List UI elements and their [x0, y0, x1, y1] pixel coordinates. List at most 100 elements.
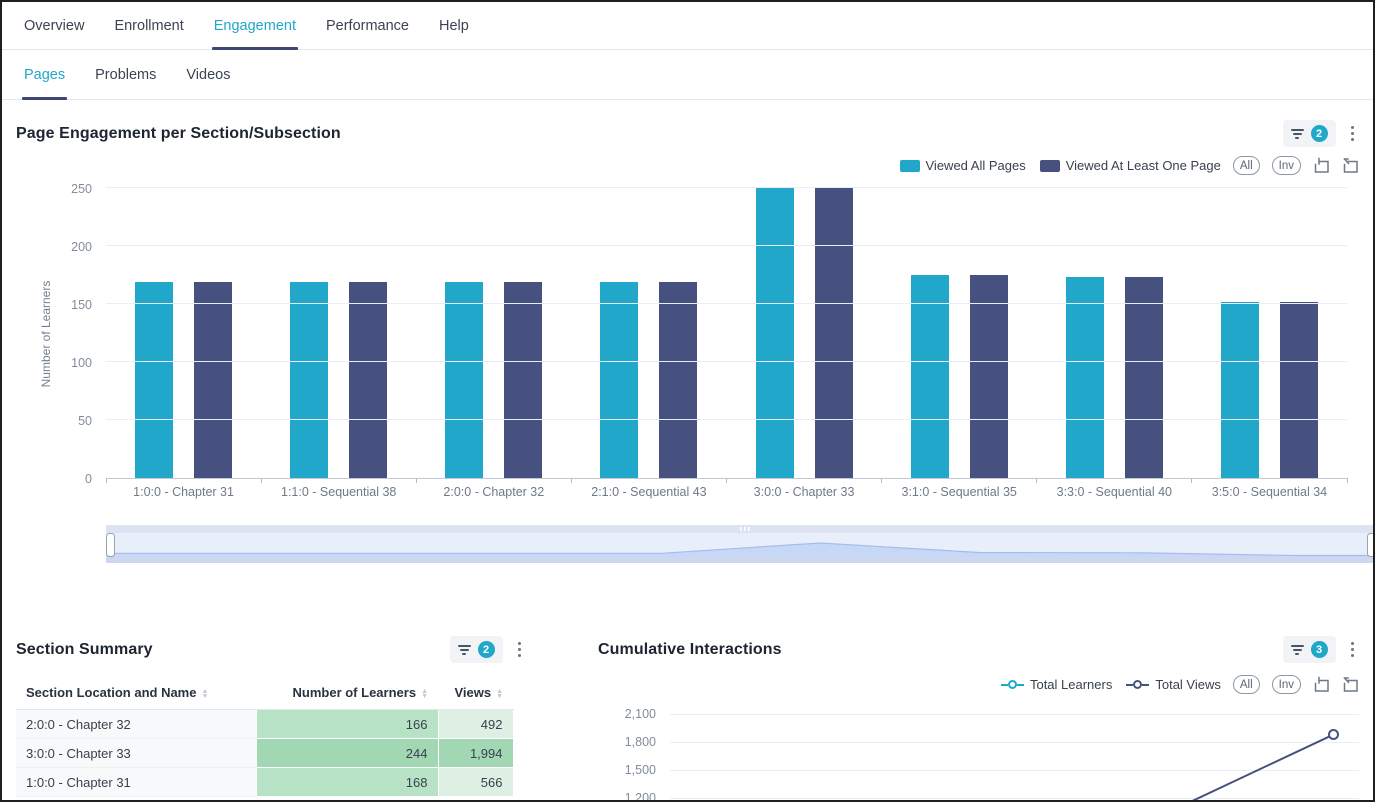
page-engagement-bar-chart[interactable]: Number of Learners 050100150200250 1:0:0… [16, 189, 1359, 505]
y-tick-label: 150 [16, 298, 92, 312]
rect-brush-icon[interactable] [1313, 676, 1330, 693]
more-options-button[interactable] [513, 639, 527, 661]
table-row: 3:0:0 - Chapter 332441,994 [16, 739, 513, 768]
views-cell: 492 [438, 710, 513, 739]
line-marker-icon [1126, 680, 1149, 689]
x-axis-tick [1036, 478, 1037, 483]
bar-chart-legend: Viewed All Pages Viewed At Least One Page [900, 158, 1221, 173]
x-axis-label: 3:3:0 - Sequential 40 [1037, 485, 1192, 499]
column-header-section[interactable]: Section Location and Name▲▼ [16, 679, 256, 710]
bar-viewed-all-pages[interactable] [445, 282, 483, 478]
section-cell: 3:0:0 - Chapter 33 [16, 739, 256, 768]
tab-help[interactable]: Help [437, 2, 471, 49]
x-axis-label: 2:0:0 - Chapter 32 [416, 485, 571, 499]
subtab-videos[interactable]: Videos [184, 50, 232, 99]
bar-viewed-all-pages[interactable] [756, 188, 794, 478]
rect-brush-icon[interactable] [1313, 157, 1330, 174]
section-cell: 2:0:0 - Chapter 32 [16, 710, 256, 739]
keep-brush-icon[interactable] [1342, 157, 1359, 174]
legend-select-all-button[interactable]: All [1233, 675, 1260, 694]
legend-item-total-learners[interactable]: Total Learners [1001, 677, 1112, 692]
more-options-button[interactable] [1346, 123, 1360, 145]
bar-viewed-at-least-one-page[interactable] [1125, 277, 1163, 478]
x-axis-label: 3:0:0 - Chapter 33 [727, 485, 882, 499]
gridline [106, 245, 1347, 246]
bar-viewed-all-pages[interactable] [290, 282, 328, 478]
legend-select-all-button[interactable]: All [1233, 156, 1260, 175]
learners-cell: 166 [256, 710, 438, 739]
legend-item-total-views[interactable]: Total Views [1126, 677, 1221, 692]
legend-select-inverse-button[interactable]: Inv [1272, 156, 1301, 175]
x-axis-tick [106, 478, 107, 483]
tab-overview[interactable]: Overview [22, 2, 86, 49]
bar-viewed-at-least-one-page[interactable] [970, 275, 1008, 478]
subtab-pages[interactable]: Pages [22, 50, 67, 99]
sort-icon: ▲▼ [201, 689, 208, 699]
bar-viewed-at-least-one-page[interactable] [1280, 302, 1318, 478]
cumulative-interactions-card: Cumulative Interactions 3 Total Learners… [584, 636, 1373, 802]
y-tick-label: 50 [16, 414, 92, 428]
bar-viewed-all-pages[interactable] [911, 275, 949, 478]
x-axis-tick [881, 478, 882, 483]
filter-icon [458, 645, 471, 655]
data-zoom-minimap-slider[interactable] [106, 525, 1375, 563]
bar-viewed-all-pages[interactable] [1221, 302, 1259, 478]
bar-viewed-at-least-one-page[interactable] [194, 282, 232, 478]
bar-viewed-at-least-one-page[interactable] [349, 282, 387, 478]
main-tab-bar: Overview Enrollment Engagement Performance H… [2, 2, 1373, 50]
learners-cell: 168 [256, 768, 438, 797]
filter-count-badge: 2 [1311, 125, 1328, 142]
gridline [106, 303, 1347, 304]
filter-icon [1291, 129, 1304, 139]
x-axis-label: 3:5:0 - Sequential 34 [1192, 485, 1347, 499]
filter-icon [1291, 645, 1304, 655]
legend-item-viewed-at-least-one-page[interactable]: Viewed At Least One Page [1040, 158, 1221, 173]
subtab-problems[interactable]: Problems [93, 50, 158, 99]
views-cell: 1,994 [438, 739, 513, 768]
filter-button[interactable]: 2 [1283, 120, 1336, 147]
x-axis-label: 2:1:0 - Sequential 43 [571, 485, 726, 499]
more-options-button[interactable] [1346, 639, 1360, 661]
legend-select-inverse-button[interactable]: Inv [1272, 675, 1301, 694]
data-point-marker[interactable] [1329, 730, 1338, 739]
bar-viewed-at-least-one-page[interactable] [659, 282, 697, 478]
page-engagement-card: Page Engagement per Section/Subsection 2… [2, 100, 1373, 568]
gridline [106, 187, 1347, 188]
filter-button[interactable]: 3 [1283, 636, 1336, 663]
bar-viewed-all-pages[interactable] [1066, 277, 1104, 478]
bar-viewed-at-least-one-page[interactable] [504, 282, 542, 478]
legend-label: Viewed At Least One Page [1066, 158, 1221, 173]
keep-brush-icon[interactable] [1342, 676, 1359, 693]
legend-label: Viewed All Pages [926, 158, 1026, 173]
bar-viewed-all-pages[interactable] [135, 282, 173, 478]
bar-plot-area [106, 189, 1347, 479]
tab-performance[interactable]: Performance [324, 2, 411, 49]
column-header-views[interactable]: Views▲▼ [438, 679, 513, 710]
x-axis-tick [571, 478, 572, 483]
y-tick-label: 100 [16, 356, 92, 370]
section-summary-table: Section Location and Name▲▼ Number of Le… [16, 679, 514, 797]
x-axis-tick [726, 478, 727, 483]
legend-label: Total Learners [1030, 677, 1112, 692]
x-axis-label: 1:1:0 - Sequential 38 [261, 485, 416, 499]
bar-group [727, 189, 882, 478]
sub-tab-bar: Pages Problems Videos [2, 50, 1373, 100]
filter-button[interactable]: 2 [450, 636, 503, 663]
page-engagement-title: Page Engagement per Section/Subsection [16, 125, 341, 143]
y-tick-label: 0 [16, 472, 92, 486]
cumulative-line-chart[interactable]: 1,2001,5001,8002,100 [598, 704, 1359, 802]
total-views-line [1171, 735, 1334, 802]
bar-viewed-all-pages[interactable] [600, 282, 638, 478]
legend-swatch [1040, 160, 1060, 172]
x-axis-tick [1347, 478, 1348, 483]
x-axis-tick [261, 478, 262, 483]
y-tick-label: 1,500 [598, 763, 656, 777]
bar-group [1037, 189, 1192, 478]
bar-group [416, 189, 571, 478]
bar-viewed-at-least-one-page[interactable] [815, 188, 853, 478]
line-marker-icon [1001, 680, 1024, 689]
tab-enrollment[interactable]: Enrollment [112, 2, 185, 49]
column-header-learners[interactable]: Number of Learners▲▼ [256, 679, 438, 710]
legend-item-viewed-all-pages[interactable]: Viewed All Pages [900, 158, 1026, 173]
tab-engagement[interactable]: Engagement [212, 2, 298, 49]
